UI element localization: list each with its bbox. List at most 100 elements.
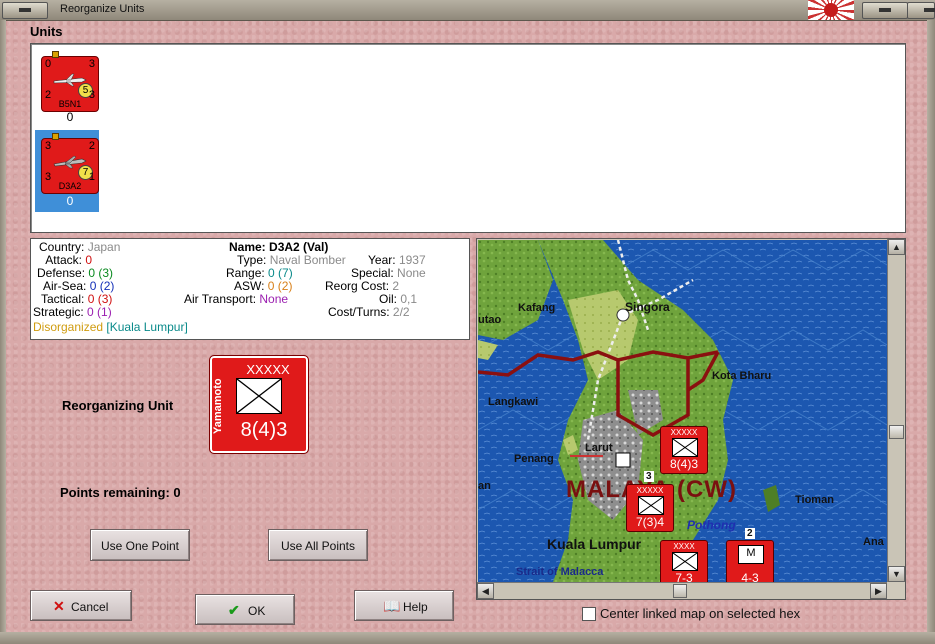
ok-label: OK [248, 604, 266, 618]
unit-name: D3A2 [58, 181, 82, 191]
reorganizing-unit-counter: Yamamoto XXXXX 8(4)3 [209, 355, 309, 454]
attack-label: Attack: [45, 253, 82, 267]
use-one-point-button[interactable]: Use One Point [90, 529, 190, 561]
map-unit-counter[interactable]: XXXX 7-3 [660, 540, 708, 582]
status-text: Disorganized [33, 320, 104, 334]
unit-count: 0 [66, 194, 74, 208]
map-horizontal-scrollbar[interactable]: ◀ ▶ [477, 582, 887, 599]
cancel-label: Cancel [71, 600, 109, 614]
asw-value: 0 (2) [267, 279, 293, 293]
map-unit-counter[interactable]: XXXXX 8(4)3 [660, 426, 708, 474]
map-counter-strength: 7-3 [675, 571, 693, 582]
airsea-label: Air-Sea: [43, 279, 87, 293]
system-menu-button[interactable] [2, 2, 48, 19]
map-label-utao: utao [478, 314, 502, 326]
range-value: 0 (7) [268, 266, 293, 280]
map-counter-strength: 8(4)3 [669, 457, 698, 471]
tactical-label: Tactical: [41, 292, 85, 306]
map-stack-count: 2 [745, 528, 755, 539]
help-label: Help [403, 600, 428, 614]
map-label-kafang: Kafang [518, 302, 556, 314]
country-label: Country: [39, 240, 85, 254]
status-pip [52, 51, 59, 58]
points-value: 0 [173, 485, 181, 500]
unit-card-d3a2[interactable]: 3 2 7 3 1 D3A2 0 [35, 130, 99, 212]
map-view[interactable]: Singora Kafang utao Langkawi Kota Bharu … [478, 240, 887, 582]
use-one-point-label: Use One Point [100, 539, 180, 553]
oil-label: Oil: [379, 292, 397, 306]
checkbox-box[interactable] [582, 607, 596, 621]
year-value: 1937 [398, 253, 426, 267]
close-button[interactable] [907, 2, 935, 19]
minimize-button[interactable] [862, 2, 908, 19]
help-button[interactable]: 📖 Help [354, 590, 454, 621]
map-vertical-scrollbar[interactable]: ▲ ▼ [887, 239, 905, 582]
map-counter-size: XXXX [673, 542, 695, 551]
unit-strength: 8(4)3 [240, 419, 288, 441]
map-stack-count: 3 [644, 471, 654, 482]
cost-turns-label: Cost/Turns: [328, 305, 390, 319]
name-value: D3A2 (Val) [269, 240, 329, 254]
frame-bottom [0, 632, 935, 644]
asw-label: ASW: [234, 279, 265, 293]
defense-label: Defense: [37, 266, 86, 280]
units-list: 0 3 5 2 3 B5N1 0 3 2 7 3 1 D3A2 0 [30, 43, 906, 233]
cancel-button[interactable]: ✕ Cancel [30, 590, 132, 621]
ok-button[interactable]: ✔ OK [195, 594, 295, 625]
help-book-icon: 📖 [383, 598, 401, 614]
window-title: Reorganize Units [60, 3, 145, 15]
infantry-symbol-icon [638, 496, 664, 515]
strategic-value: 0 (1) [87, 305, 112, 319]
counter-top-left: 0 [45, 58, 52, 70]
vertical-scroll-thumb[interactable] [889, 425, 904, 439]
unit-counter: 3 2 7 3 1 D3A2 [41, 133, 99, 194]
infantry-symbol-icon [672, 438, 698, 457]
unit-count: 0 [66, 110, 74, 124]
units-heading: Units [30, 24, 63, 39]
reorganizing-unit-label: Reorganizing Unit [62, 398, 174, 413]
airsea-value: 0 (2) [89, 279, 115, 293]
map-label-kuala-lumpur: Kuala Lumpur [547, 536, 642, 552]
scroll-down-icon[interactable]: ▼ [888, 566, 905, 582]
location-text: [Kuala Lumpur] [106, 320, 188, 334]
map-counter-size: M [746, 547, 756, 559]
points-label: Points remaining: [60, 485, 170, 500]
title-bar: Reorganize Units [0, 0, 935, 21]
range-label: Range: [226, 266, 265, 280]
center-linked-map-label: Center linked map on selected hex [600, 606, 801, 621]
infantry-symbol-icon [672, 552, 698, 571]
map-label-strait: Strait of Malacca [516, 566, 604, 578]
map-label-kota-bharu: Kota Bharu [712, 370, 772, 382]
unit-size: XXXXX [246, 362, 290, 377]
infantry-symbol-icon [236, 378, 282, 414]
air-transport-value: None [259, 292, 289, 306]
map-label-langkawi: Langkawi [488, 396, 539, 408]
counter-top-right: 3 [88, 58, 95, 70]
type-label: Type: [237, 253, 267, 267]
map-label-ana: Ana [863, 536, 884, 548]
year-label: Year: [368, 253, 396, 267]
attack-value: 0 [85, 253, 92, 267]
horizontal-scroll-thumb[interactable] [673, 584, 687, 598]
map-label-an: an [478, 480, 491, 492]
use-all-points-label: Use All Points [280, 539, 356, 553]
unit-name: B5N1 [58, 99, 82, 109]
map-label-tioman: Tioman [795, 494, 834, 506]
map-unit-counter[interactable]: XXXXX 7(3)4 [626, 484, 674, 532]
scroll-right-icon[interactable]: ▶ [870, 583, 887, 599]
map-panel: Singora Kafang utao Langkawi Kota Bharu … [476, 238, 906, 600]
checkmark-icon: ✔ [228, 602, 240, 618]
cancel-x-icon: ✕ [53, 598, 65, 614]
tactical-value: 0 (3) [87, 292, 113, 306]
use-all-points-button[interactable]: Use All Points [268, 529, 368, 561]
status-pip [52, 133, 59, 140]
unit-card-b5n1[interactable]: 0 3 5 2 3 B5N1 0 [35, 48, 99, 128]
scroll-left-icon[interactable]: ◀ [477, 583, 494, 599]
map-terrain [478, 240, 887, 582]
strategic-label: Strategic: [33, 305, 84, 319]
map-unit-counter[interactable]: M 4-3 [726, 540, 774, 582]
map-counter-strength: 7(3)4 [635, 515, 664, 529]
scroll-up-icon[interactable]: ▲ [888, 239, 905, 255]
map-counter-size: XXXXX [636, 486, 664, 495]
unit-details-panel: Country: Japan Attack: 0 Defense: 0 (3) … [30, 238, 470, 340]
